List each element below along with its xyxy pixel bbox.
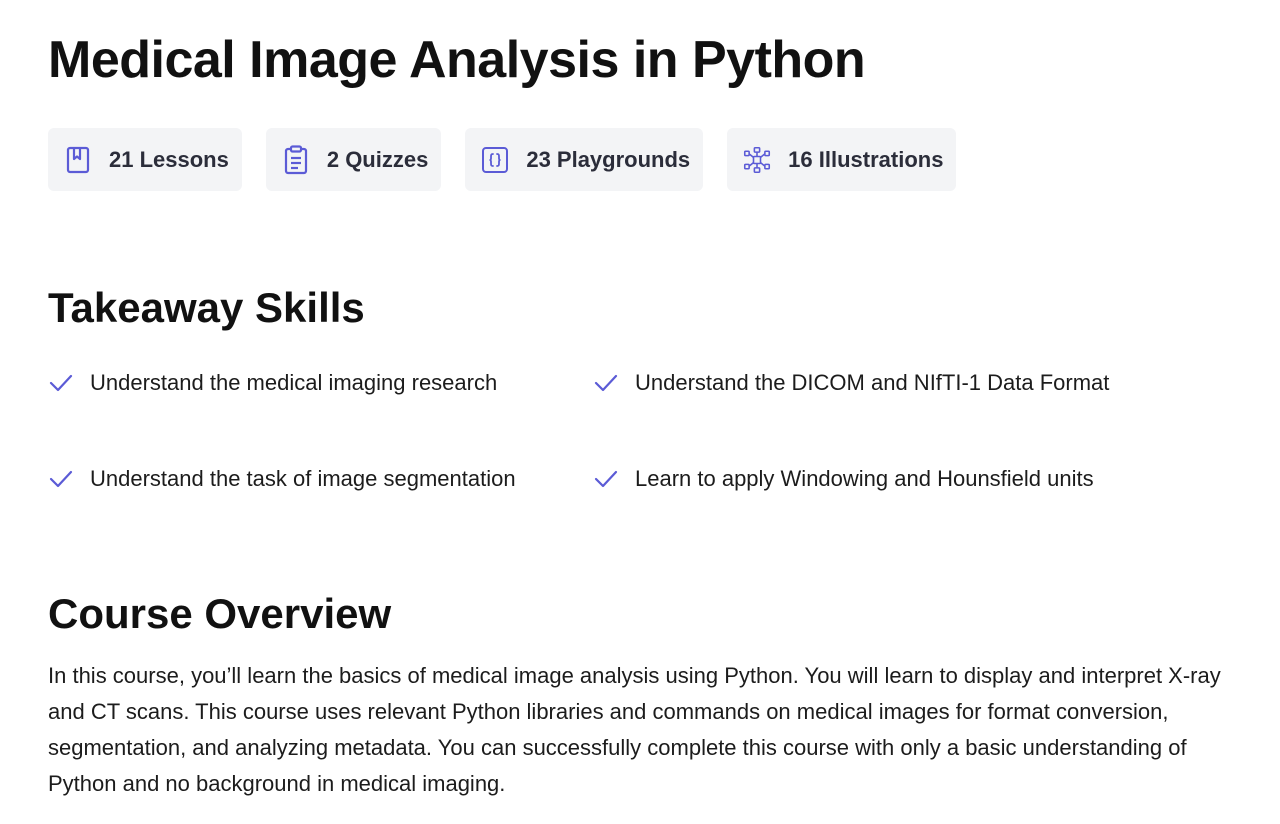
stat-quizzes: 2 Quizzes	[265, 128, 442, 191]
code-braces-icon	[481, 146, 509, 174]
skill-text: Understand the DICOM and NIfTI-1 Data Fo…	[635, 370, 1110, 395]
course-title: Medical Image Analysis in Python	[48, 31, 866, 89]
stat-lessons-label: 21 Lessons	[109, 146, 229, 172]
skill-item: Understand the task of image segmentatio…	[48, 462, 568, 497]
skill-text: Understand the task of image segmentatio…	[90, 466, 516, 491]
checkmark-icon	[48, 462, 78, 496]
skill-item: Learn to apply Windowing and Hounsfield …	[593, 462, 1113, 497]
stat-quizzes-label: 2 Quizzes	[326, 146, 429, 172]
skill-item: Understand the medical imaging research	[48, 366, 568, 401]
stat-playgrounds-label: 23 Playgrounds	[526, 146, 691, 172]
skill-text: Understand the medical imaging research	[90, 370, 498, 395]
checkmark-icon	[48, 366, 78, 400]
checkmark-icon	[593, 462, 623, 496]
course-overview-heading: Course Overview	[48, 590, 392, 637]
course-stats: 21 Lessons 2 Quizzes 23 Playgrounds 16 I…	[48, 128, 957, 191]
clipboard-icon	[282, 144, 310, 174]
checkmark-icon	[593, 366, 623, 400]
skill-text: Learn to apply Windowing and Hounsfield …	[635, 466, 1094, 491]
stat-playgrounds: 23 Playgrounds	[465, 128, 704, 191]
bookmark-book-icon	[64, 146, 92, 174]
course-page: Medical Image Analysis in Python 21 Less…	[0, 0, 1280, 824]
stat-illustrations-label: 16 Illustrations	[788, 146, 944, 172]
course-overview-text: In this course, you’ll learn the basics …	[48, 663, 1221, 796]
takeaway-skills-heading: Takeaway Skills	[48, 284, 365, 331]
stat-illustrations: 16 Illustrations	[727, 128, 957, 191]
stat-lessons: 21 Lessons	[48, 128, 242, 191]
skill-item: Understand the DICOM and NIfTI-1 Data Fo…	[593, 366, 1113, 401]
network-icon	[743, 146, 771, 174]
